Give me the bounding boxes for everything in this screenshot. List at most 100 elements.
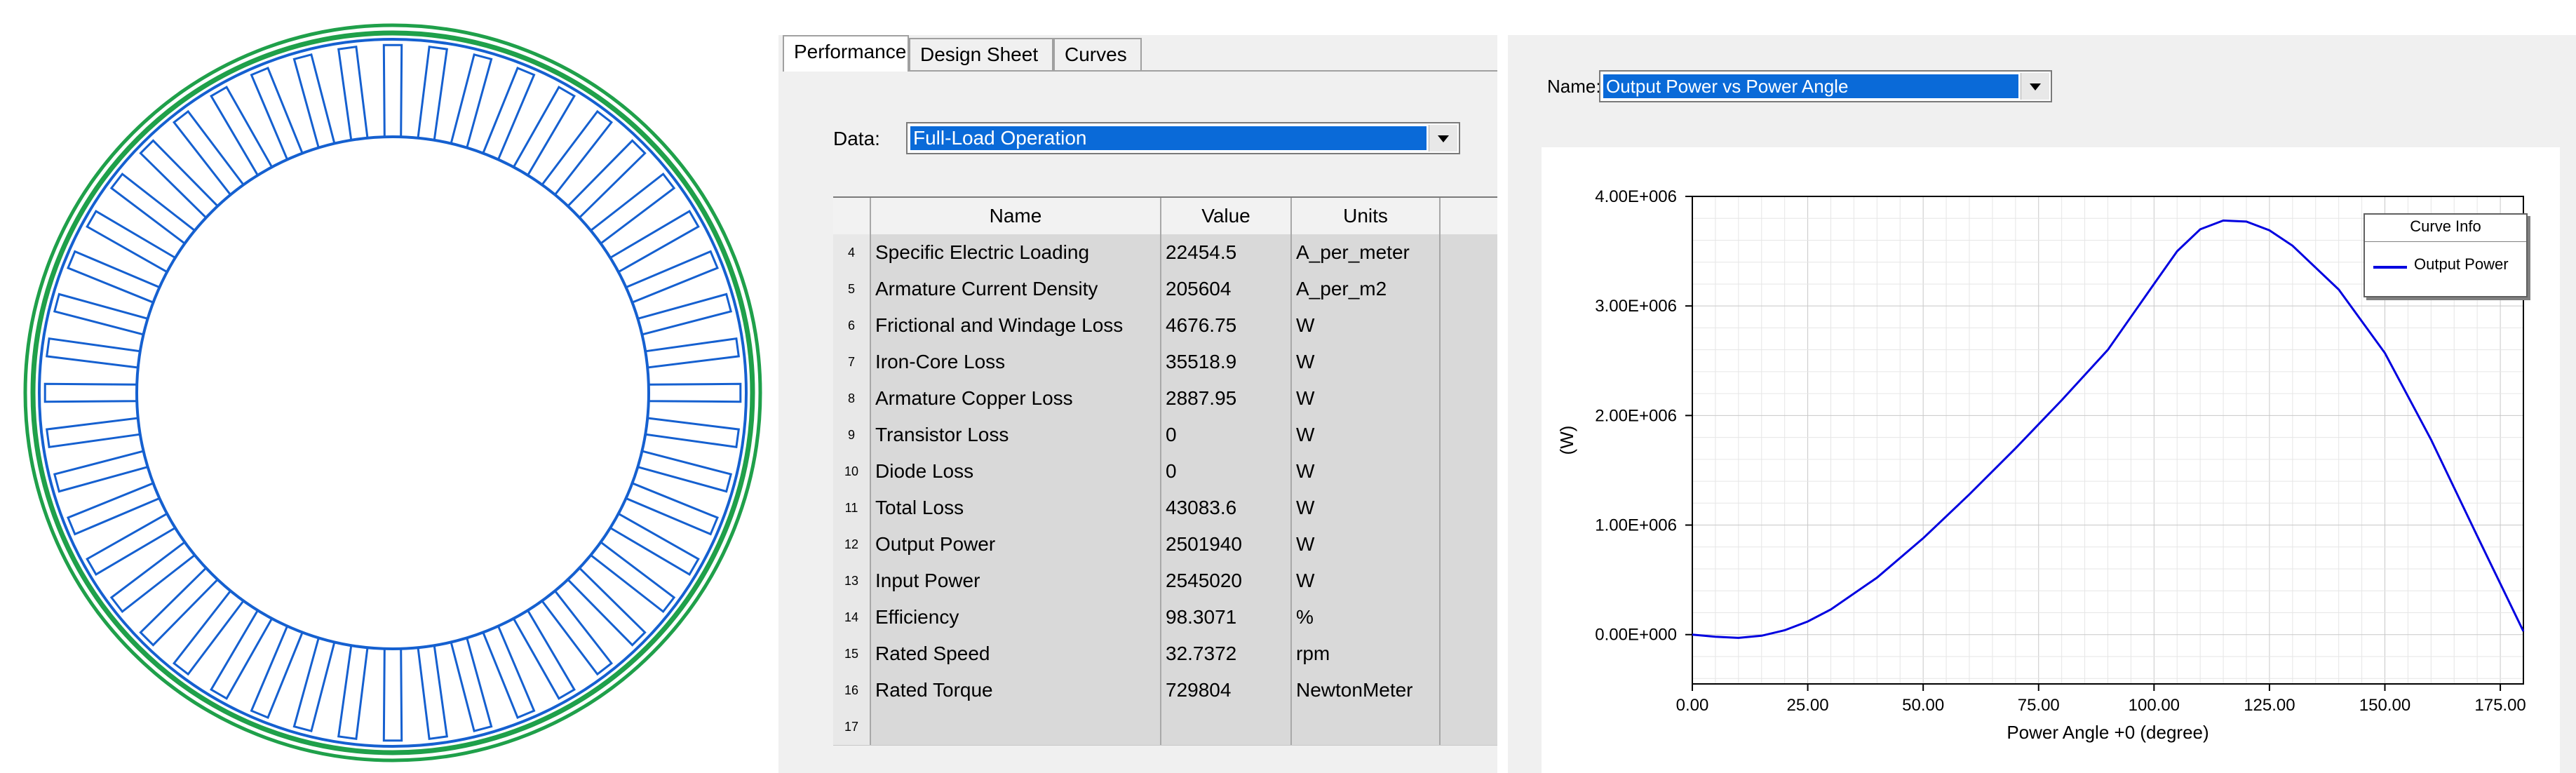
stator-slot (292, 53, 336, 149)
row-name[interactable]: Transistor Loss (871, 417, 1161, 453)
table-row[interactable]: 9 Transistor Loss 0 W (833, 417, 1497, 454)
row-name[interactable]: Input Power (871, 563, 1161, 599)
row-value[interactable]: 2887.95 (1161, 380, 1292, 417)
row-empty (1441, 672, 1497, 708)
row-units[interactable]: W (1292, 563, 1441, 599)
row-name[interactable]: Armature Current Density (871, 271, 1161, 307)
row-index: 7 (833, 344, 871, 380)
legend-series-name: Output Power (2414, 255, 2509, 273)
row-empty (1441, 490, 1497, 526)
table-row[interactable]: 8 Armature Copper Loss 2887.95 W (833, 380, 1497, 417)
column-header-value[interactable]: Value (1161, 198, 1292, 234)
row-value[interactable]: 0 (1161, 453, 1292, 490)
row-units[interactable]: NewtonMeter (1292, 672, 1441, 708)
stator-slot (589, 172, 676, 246)
table-row[interactable]: 4 Specific Electric Loading 22454.5 A_per_m… (833, 234, 1497, 271)
row-units[interactable]: W (1292, 417, 1441, 453)
data-dropdown[interactable]: Full-Load Operation (906, 122, 1460, 154)
stator-slot (636, 450, 733, 493)
table-row[interactable]: 14 Efficiency 98.3071% (833, 599, 1497, 636)
row-name[interactable]: Specific Electric Loading (871, 234, 1161, 271)
curve-name-value: Output Power vs Power Angle (1603, 74, 2018, 98)
row-name[interactable]: Iron-Core Loss (871, 344, 1161, 380)
stator-slot (540, 589, 614, 676)
row-value[interactable]: 729804 (1161, 672, 1292, 708)
row-name[interactable]: Frictional and Windage Loss (871, 307, 1161, 344)
y-tick-label: 0.00E+000 (1595, 626, 1677, 645)
row-units[interactable]: W (1292, 453, 1441, 490)
row-name[interactable]: Rated Speed (871, 636, 1161, 672)
stator-slot (43, 382, 138, 403)
stator-slot (566, 566, 647, 647)
row-units[interactable]: rpm (1292, 636, 1441, 672)
row-units[interactable]: W (1292, 526, 1441, 563)
row-value[interactable] (1161, 708, 1292, 745)
row-value[interactable]: 4676.75 (1161, 307, 1292, 344)
table-row[interactable]: 10 Diode Loss 0 W (833, 453, 1497, 490)
tab-performance[interactable]: Performance (783, 35, 909, 72)
row-name[interactable] (871, 708, 1161, 745)
y-tick-label: 4.00E+006 (1595, 187, 1677, 206)
stator-slot (417, 644, 448, 740)
row-name[interactable]: Output Power (871, 526, 1161, 563)
row-value[interactable]: 98.3071 (1161, 599, 1292, 636)
row-units[interactable]: A_per_m2 (1292, 271, 1441, 307)
curve-name-dropdown[interactable]: Output Power vs Power Angle (1599, 70, 2052, 102)
row-units[interactable]: W (1292, 344, 1441, 380)
row-name[interactable]: Rated Torque (871, 672, 1161, 708)
chevron-down-icon[interactable] (2021, 73, 2049, 100)
row-units[interactable]: W (1292, 307, 1441, 344)
tab-design-sheet[interactable]: Design Sheet (909, 38, 1053, 70)
stator-slot (382, 43, 403, 138)
stator-slot (337, 644, 369, 740)
column-header-name[interactable]: Name (871, 198, 1161, 234)
row-value[interactable]: 35518.9 (1161, 344, 1292, 380)
row-name[interactable]: Armature Copper Loss (871, 380, 1161, 417)
row-name[interactable]: Efficiency (871, 599, 1161, 636)
row-name[interactable]: Total Loss (871, 490, 1161, 526)
tab-curves[interactable]: Curves (1053, 38, 1142, 70)
stator-bore (135, 135, 650, 650)
table-row[interactable]: 6 Frictional and Windage Loss 4676.75 W (833, 307, 1497, 344)
row-units[interactable]: W (1292, 490, 1441, 526)
row-units[interactable] (1292, 708, 1441, 745)
row-index: 11 (833, 490, 871, 526)
y-axis-label: (W) (1556, 426, 1577, 455)
table-row[interactable]: 13 Input Power 2545020 W (833, 563, 1497, 600)
row-name[interactable]: Diode Loss (871, 453, 1161, 490)
row-units[interactable]: A_per_meter (1292, 234, 1441, 271)
table-row[interactable]: 11 Total Loss 43083.6 W (833, 490, 1497, 527)
row-units[interactable]: % (1292, 599, 1441, 636)
row-value[interactable]: 0 (1161, 417, 1292, 453)
row-empty (1441, 708, 1497, 745)
x-tick-label: 50.00 (1902, 696, 1944, 715)
column-header-units[interactable]: Units (1292, 198, 1441, 234)
row-value[interactable]: 205604 (1161, 271, 1292, 307)
row-index: 4 (833, 234, 871, 271)
table-row[interactable]: 5 Armature Current Density 205604 A_per_m2 (833, 271, 1497, 308)
row-value[interactable]: 43083.6 (1161, 490, 1292, 526)
row-units[interactable]: W (1292, 380, 1441, 417)
table-row[interactable]: 16 Rated Torque 729804 NewtonMeter (833, 672, 1497, 709)
motor-cross-section (23, 23, 762, 762)
row-index: 13 (833, 563, 871, 599)
legend-title: Curve Info (2410, 217, 2481, 235)
row-value[interactable]: 22454.5 (1161, 234, 1292, 271)
row-value[interactable]: 2501940 (1161, 526, 1292, 563)
row-index: 16 (833, 672, 871, 708)
table-row[interactable]: 7 Iron-Core Loss 35518.9 W (833, 344, 1497, 381)
stator-back-iron-line (38, 38, 748, 748)
row-value[interactable]: 2545020 (1161, 563, 1292, 599)
y-tick-label: 2.00E+006 (1595, 406, 1677, 425)
row-empty (1441, 417, 1497, 453)
table-row[interactable]: 12 Output Power 2501940 W (833, 526, 1497, 563)
chevron-down-icon[interactable] (1429, 125, 1457, 152)
stator-slots (43, 43, 742, 742)
table-row[interactable]: 15 Rated Speed 32.7372 rpm (833, 636, 1497, 673)
row-value[interactable]: 32.7372 (1161, 636, 1292, 672)
table-row[interactable]: 17 (833, 708, 1497, 746)
x-axis-label: Power Angle +0 (degree) (2007, 722, 2209, 743)
legend: Curve Info Output Power (2363, 213, 2528, 297)
performance-panel: Performance Design Sheet Curves Data: Fu… (778, 35, 1497, 773)
row-index: 17 (833, 708, 871, 745)
